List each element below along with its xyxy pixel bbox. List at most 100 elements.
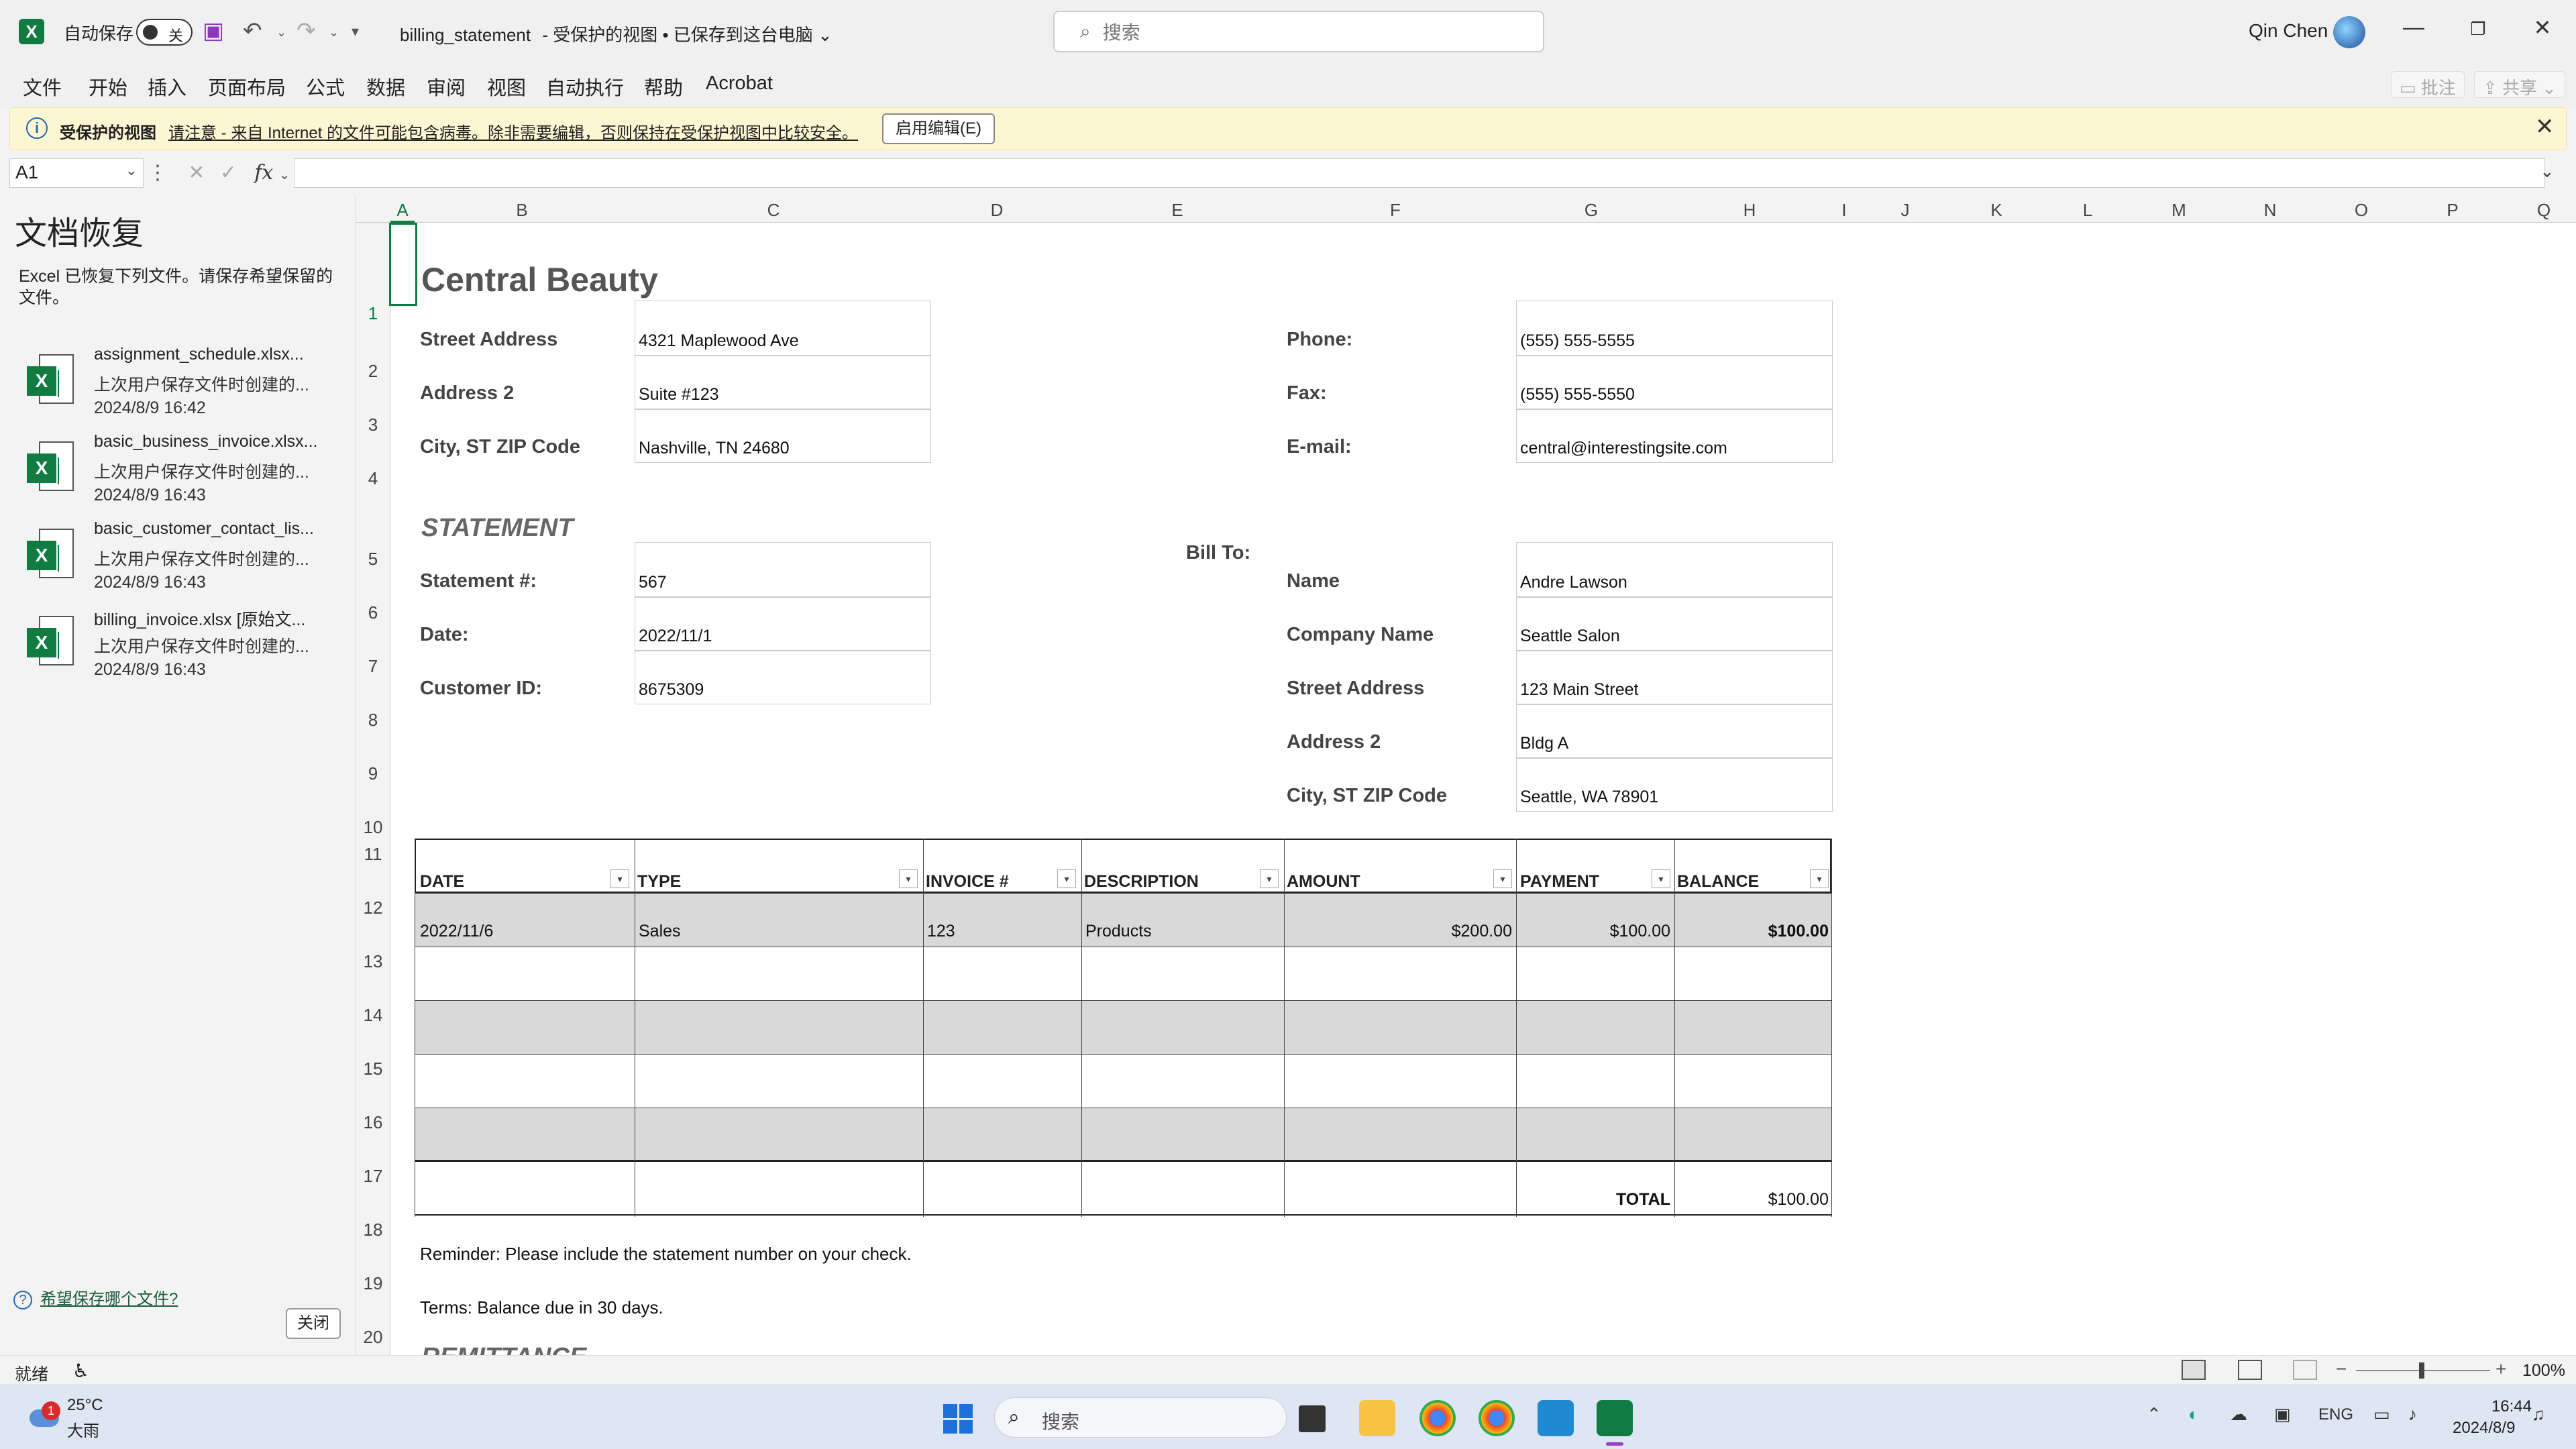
row13-balance[interactable]: $100.00 [1674, 922, 1829, 941]
column-header[interactable]: N [2224, 200, 2316, 221]
statement-number-value[interactable]: 567 [639, 573, 667, 592]
minimize-icon[interactable]: — [2394, 15, 2434, 40]
row-header[interactable]: 14 [356, 1005, 390, 1026]
table-row[interactable] [415, 1108, 1831, 1162]
row-header[interactable]: 13 [356, 951, 390, 972]
row-header[interactable]: 6 [356, 602, 390, 623]
email-value[interactable]: central@interestingsite.com [1520, 439, 1727, 458]
expand-formula-icon[interactable]: ⌄ [2540, 161, 2555, 182]
column-header[interactable]: O [2316, 200, 2407, 221]
row-header[interactable]: 8 [356, 710, 390, 731]
row-header[interactable]: 11 [356, 844, 390, 865]
reminder-text[interactable]: Reminder: Please include the statement n… [420, 1244, 912, 1265]
bill-to-city-value[interactable]: Seattle, WA 78901 [1520, 788, 1658, 807]
zoom-slider-handle[interactable] [2419, 1362, 2424, 1379]
chevron-down-icon[interactable]: ⌄ [279, 168, 290, 182]
row13-amount[interactable]: $200.00 [1284, 922, 1512, 941]
filter-dropdown-icon[interactable]: ▾ [1810, 869, 1829, 888]
file-explorer-icon[interactable] [1359, 1400, 1395, 1436]
column-header[interactable]: K [1951, 200, 2042, 221]
tab-review[interactable]: 审阅 [427, 72, 466, 101]
close-icon[interactable]: ✕ [2535, 113, 2555, 140]
row-header[interactable]: 20 [356, 1327, 390, 1348]
tab-view[interactable]: 视图 [487, 72, 526, 101]
redo-icon[interactable]: ↷ [297, 17, 316, 44]
clock-date[interactable]: 2024/8/9 [2453, 1419, 2515, 1438]
total-value[interactable]: $100.00 [1674, 1190, 1829, 1210]
row-header[interactable]: 7 [356, 656, 390, 677]
column-header[interactable]: J [1860, 200, 1951, 221]
selected-cell[interactable] [389, 223, 417, 306]
chrome-profile-icon[interactable] [1479, 1400, 1515, 1436]
tab-data[interactable]: 数据 [366, 72, 405, 101]
save-icon[interactable]: ▣ [203, 17, 224, 44]
tab-help[interactable]: 帮助 [644, 72, 683, 101]
recovered-file-item[interactable]: X basic_business_invoice.xlsx... 上次用户保存文… [27, 432, 349, 515]
bill-to-name-value[interactable]: Andre Lawson [1520, 573, 1627, 592]
table-row[interactable] [415, 1001, 1831, 1055]
row-header[interactable]: 5 [356, 549, 390, 570]
bill-to-street-value[interactable]: 123 Main Street [1520, 680, 1639, 700]
which-files-help-link[interactable]: ? 希望保存哪个文件? [13, 1285, 178, 1309]
row13-payment[interactable]: $100.00 [1516, 922, 1670, 941]
name-box[interactable]: A1 ⌄ [9, 158, 144, 188]
row-header[interactable]: 4 [356, 468, 390, 489]
date-value[interactable]: 2022/11/1 [639, 627, 712, 646]
bill-to-company-value[interactable]: Seattle Salon [1520, 627, 1620, 646]
user-name[interactable]: Qin Chen [2249, 20, 2328, 42]
row-header[interactable]: 2 [356, 361, 390, 382]
column-header[interactable]: M [2133, 200, 2224, 221]
avatar[interactable] [2333, 16, 2365, 48]
row13-type[interactable]: Sales [639, 922, 681, 941]
edge-icon[interactable]: ◐ [2188, 1404, 2199, 1425]
chrome-icon[interactable] [1419, 1400, 1456, 1436]
row-header[interactable]: 1 [356, 303, 390, 324]
close-window-icon[interactable]: ✕ [2522, 15, 2563, 40]
bill-to-address2-value[interactable]: Bldg A [1520, 734, 1568, 753]
column-header[interactable]: Q [2498, 200, 2576, 221]
weather-temperature[interactable]: 25°C [67, 1396, 103, 1415]
vscode-icon[interactable] [1538, 1400, 1574, 1436]
tray-overflow-icon[interactable]: ⌃ [2147, 1404, 2161, 1425]
recovered-file-item[interactable]: X basic_customer_contact_lis... 上次用户保存文件… [27, 519, 349, 602]
onedrive-icon[interactable]: ☁ [2230, 1404, 2247, 1425]
filter-dropdown-icon[interactable]: ▾ [1260, 869, 1279, 888]
close-recovery-button[interactable]: 关闭 [286, 1308, 341, 1339]
tab-acrobat[interactable]: Acrobat [706, 72, 773, 95]
tab-formulas[interactable]: 公式 [306, 72, 345, 101]
search-input[interactable]: ⌕ 搜索 [1053, 11, 1544, 52]
clock-time[interactable]: 16:44 [2478, 1397, 2532, 1416]
fax-value[interactable]: (555) 555-5550 [1520, 385, 1635, 405]
row-header[interactable]: 18 [356, 1220, 390, 1240]
filter-dropdown-icon[interactable]: ▾ [899, 869, 918, 888]
column-header[interactable]: P [2407, 200, 2498, 221]
customer-id-value[interactable]: 8675309 [639, 680, 704, 700]
undo-icon[interactable]: ↶ [243, 17, 262, 44]
zoom-level[interactable]: 100% [2522, 1361, 2565, 1381]
excel-taskbar-icon[interactable] [1597, 1400, 1633, 1446]
column-header[interactable]: C [629, 200, 918, 221]
row-header[interactable]: 17 [356, 1166, 390, 1187]
page-break-view-icon[interactable] [2293, 1360, 2317, 1380]
column-header[interactable]: D [918, 200, 1076, 221]
weather-icon[interactable]: 1 [27, 1401, 63, 1434]
filter-dropdown-icon[interactable]: ▾ [610, 869, 629, 888]
column-header[interactable]: F [1279, 200, 1512, 221]
document-title[interactable]: billing_statement - 受保护的视图 • 已保存到这台电脑 ⌄ [400, 21, 833, 46]
cancel-icon[interactable]: ✕ [188, 162, 205, 184]
row-header[interactable]: 9 [356, 763, 390, 784]
row13-description[interactable]: Products [1085, 922, 1152, 941]
taskbar-search-input[interactable]: ⌕ 搜索 [994, 1397, 1287, 1438]
network-icon[interactable]: ▭ [2373, 1404, 2390, 1425]
filter-dropdown-icon[interactable]: ▾ [1057, 869, 1076, 888]
enable-editing-button[interactable]: 启用编辑(E) [882, 113, 995, 144]
page-layout-view-icon[interactable] [2238, 1360, 2262, 1380]
row13-invoice[interactable]: 123 [927, 922, 955, 941]
column-header[interactable]: E [1076, 200, 1279, 221]
weather-description[interactable]: 大雨 [67, 1417, 99, 1441]
tab-automate[interactable]: 自动执行 [546, 72, 624, 101]
column-header[interactable]: G [1512, 200, 1670, 221]
notification-bell-icon[interactable]: ♫ [2532, 1404, 2545, 1425]
zoom-out-icon[interactable]: − [2336, 1358, 2347, 1380]
share-button[interactable]: ⇪ 共享 ⌄ [2474, 71, 2566, 98]
